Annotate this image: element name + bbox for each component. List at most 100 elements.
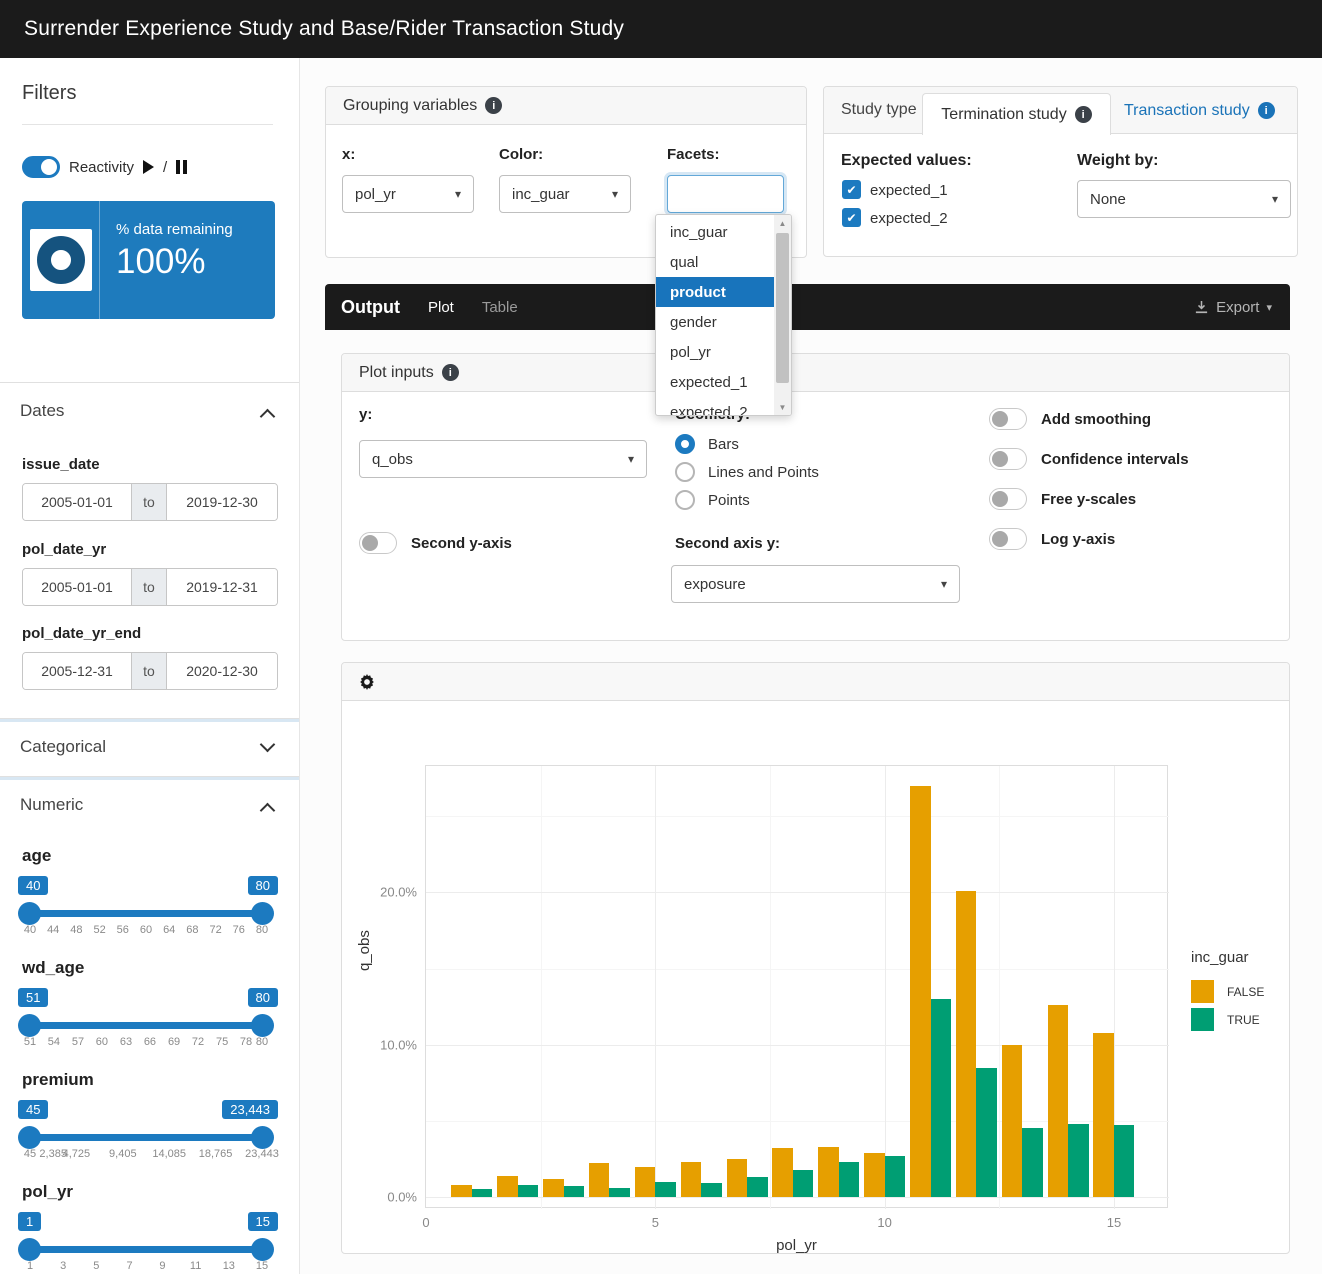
slider-handle-left[interactable]: [18, 1238, 41, 1261]
slider-tick-label: 3: [60, 1260, 66, 1272]
output-title: Output: [341, 297, 400, 318]
slider-tick-label: 45: [24, 1148, 36, 1160]
chart-legend: inc_guar FALSETRUE: [1191, 949, 1264, 1036]
x-tick-label: 10: [877, 1207, 891, 1230]
color-select[interactable]: inc_guar▾: [499, 175, 631, 213]
x-tick-label: 0: [422, 1207, 429, 1230]
plot-inputs-card: Plot inputs i y: q_obs▾ Second y-axis Ge…: [341, 353, 1290, 641]
confidence-intervals-toggle[interactable]: [989, 448, 1027, 470]
radio-lines-points[interactable]: [675, 462, 695, 482]
facets-option-qual[interactable]: qual: [656, 247, 774, 277]
x-select[interactable]: pol_yr▾: [342, 175, 474, 213]
export-label: Export: [1216, 299, 1259, 316]
facets-option-expected_2[interactable]: expected_2: [656, 397, 774, 416]
pol-date-yr-from[interactable]: [23, 569, 131, 605]
slider-handle-right[interactable]: [251, 1238, 274, 1261]
expected-1-checkbox[interactable]: ✔: [842, 180, 861, 199]
export-button[interactable]: Export ▾: [1194, 299, 1272, 316]
pol-date-yr-to[interactable]: [167, 569, 277, 605]
bar-true-polyr-13: [1022, 1128, 1043, 1197]
second-y-axis-label: Second y-axis: [411, 535, 512, 552]
caret-down-icon: ▾: [1266, 301, 1272, 314]
radio-bars[interactable]: [675, 434, 695, 454]
radio-points[interactable]: [675, 490, 695, 510]
tab-transaction-study[interactable]: Transaction study i: [1124, 87, 1275, 134]
tab-plot[interactable]: Plot: [428, 299, 454, 316]
scrollbar-thumb[interactable]: [776, 233, 789, 383]
infobox-icon-zone: [22, 201, 100, 319]
slider-track[interactable]: [26, 1022, 266, 1029]
x-axis-title: pol_yr: [425, 1237, 1168, 1254]
pol-date-yr-end-from[interactable]: [23, 653, 131, 689]
expected-2-checkbox[interactable]: ✔: [842, 208, 861, 227]
section-dates[interactable]: Dates: [0, 382, 299, 436]
add-smoothing-toggle[interactable]: [989, 408, 1027, 430]
expected-2-label: expected_2: [870, 210, 948, 227]
slider-handle-right[interactable]: [251, 1126, 274, 1149]
facets-option-inc_guar[interactable]: inc_guar: [656, 217, 774, 247]
facets-option-gender[interactable]: gender: [656, 307, 774, 337]
slider-handle-left[interactable]: [18, 902, 41, 925]
pause-icon[interactable]: [176, 160, 187, 174]
output-bar: Output Plot Table Export ▾: [325, 284, 1290, 330]
issue-date-to[interactable]: [167, 484, 277, 520]
dropdown-scrollbar[interactable]: ▲ ▼: [774, 215, 791, 415]
pol-yr-label: pol_yr: [22, 1182, 73, 1202]
facets-option-product[interactable]: product: [656, 277, 774, 307]
slider-tick-label: 64: [163, 924, 175, 936]
second-axis-y-select[interactable]: exposure▾: [671, 565, 960, 603]
chart-card-header: [342, 663, 1289, 701]
facets-option-expected_1[interactable]: expected_1: [656, 367, 774, 397]
slider-track[interactable]: [26, 1134, 266, 1141]
second-y-axis-row: Second y-axis: [359, 532, 512, 554]
slider-ticks: 13579111315: [30, 1260, 262, 1274]
slider-handle-right[interactable]: [251, 1014, 274, 1037]
facets-input[interactable]: [667, 175, 784, 213]
pol-date-yr-end-range: to: [22, 652, 278, 690]
gear-icon[interactable]: [359, 674, 375, 690]
plot-inputs-header: Plot inputs i: [342, 354, 1289, 392]
second-axis-y-value: exposure: [684, 576, 746, 593]
tab-termination-study[interactable]: Termination study i: [922, 93, 1111, 135]
chevron-up-icon: [260, 803, 276, 819]
slider-handle-right[interactable]: [251, 902, 274, 925]
plot-inputs-title: Plot inputs: [359, 364, 434, 382]
play-icon[interactable]: [143, 160, 154, 174]
pol-date-yr-range: to: [22, 568, 278, 606]
radio-bars-label: Bars: [708, 436, 739, 453]
slider-ticks: 4044485256606468727680: [30, 924, 262, 938]
bar-false-polyr-1: [451, 1185, 472, 1197]
bar-false-polyr-15: [1093, 1033, 1114, 1197]
age-label: age: [22, 846, 51, 866]
info-icon[interactable]: i: [442, 364, 459, 381]
x-select-value: pol_yr: [355, 186, 396, 203]
facets-option-pol_yr[interactable]: pol_yr: [656, 337, 774, 367]
issue-date-from[interactable]: [23, 484, 131, 520]
tab-table[interactable]: Table: [482, 299, 518, 316]
pol-yr-min-bubble: 1: [18, 1212, 41, 1231]
weight-by-select[interactable]: None▾: [1077, 180, 1291, 218]
scroll-up-icon[interactable]: ▲: [774, 215, 791, 231]
gridline-x-minor: [770, 766, 771, 1209]
slider-track[interactable]: [26, 910, 266, 917]
section-dates-title: Dates: [20, 401, 64, 421]
info-icon[interactable]: i: [1075, 106, 1092, 123]
reactivity-toggle[interactable]: [22, 156, 60, 178]
slider-tick-label: 72: [209, 924, 221, 936]
log-y-axis-toggle[interactable]: [989, 528, 1027, 550]
wd-age-slider: 51 80 5154576063666972757880: [22, 988, 270, 1050]
slider-track[interactable]: [26, 1246, 266, 1253]
section-categorical[interactable]: Categorical: [0, 718, 299, 772]
info-icon[interactable]: i: [485, 97, 502, 114]
free-y-scales-toggle[interactable]: [989, 488, 1027, 510]
bar-false-polyr-10: [864, 1153, 885, 1197]
scroll-down-icon[interactable]: ▼: [774, 399, 791, 415]
y-select[interactable]: q_obs▾: [359, 440, 647, 478]
slider-handle-left[interactable]: [18, 1126, 41, 1149]
section-numeric[interactable]: Numeric: [0, 776, 299, 830]
second-y-axis-toggle[interactable]: [359, 532, 397, 554]
color-label: Color:: [499, 146, 543, 163]
info-icon[interactable]: i: [1258, 102, 1275, 119]
pol-date-yr-end-to[interactable]: [167, 653, 277, 689]
slider-handle-left[interactable]: [18, 1014, 41, 1037]
